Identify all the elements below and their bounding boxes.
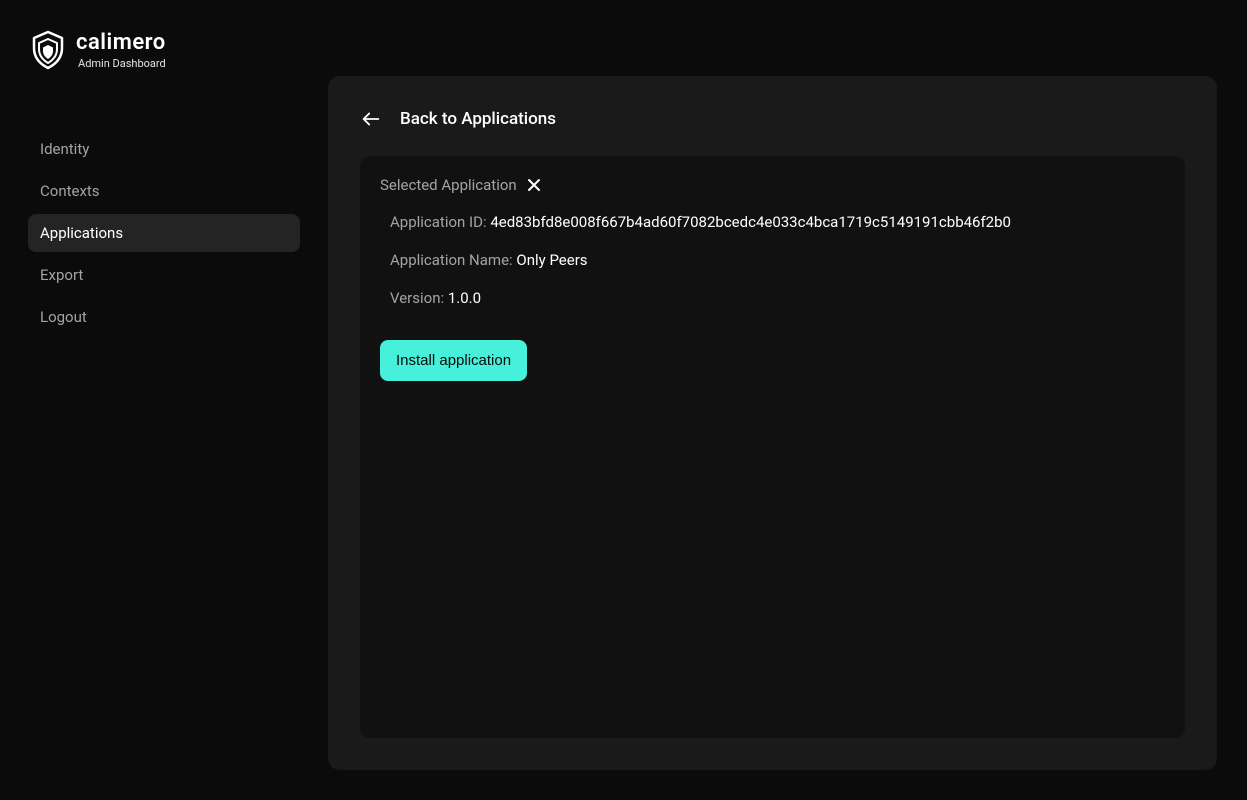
arrow-left-icon <box>360 108 382 130</box>
sidebar: calimero Admin Dashboard Identity Contex… <box>0 0 328 800</box>
field-label: Application Name: <box>390 251 516 269</box>
sidebar-item-identity[interactable]: Identity <box>28 130 300 168</box>
selected-application-card: Selected Application Application ID: 4ed… <box>360 156 1185 738</box>
install-application-button[interactable]: Install application <box>380 340 527 381</box>
field-value: Only Peers <box>516 251 587 269</box>
card-title: Selected Application <box>380 176 517 194</box>
sidebar-item-label: Export <box>40 266 83 284</box>
content-panel: Back to Applications Selected Applicatio… <box>328 76 1217 770</box>
main: Back to Applications Selected Applicatio… <box>328 0 1247 800</box>
sidebar-item-contexts[interactable]: Contexts <box>28 172 300 210</box>
sidebar-item-label: Identity <box>40 140 89 158</box>
sidebar-nav: Identity Contexts Applications Export Lo… <box>0 130 328 336</box>
field-value: 4ed83bfd8e008f667b4ad60f7082bcedc4e033c4… <box>490 213 1011 231</box>
application-id-field: Application ID: 4ed83bfd8e008f667b4ad60f… <box>380 210 1165 234</box>
brand-subtitle: Admin Dashboard <box>76 58 166 69</box>
sidebar-item-label: Logout <box>40 308 87 326</box>
field-label: Application ID: <box>390 213 490 231</box>
field-label: Version: <box>390 289 448 307</box>
install-button-label: Install application <box>396 352 511 369</box>
sidebar-item-label: Contexts <box>40 182 100 200</box>
back-label: Back to Applications <box>400 109 556 129</box>
field-value: 1.0.0 <box>448 289 481 307</box>
application-name-field: Application Name: Only Peers <box>380 248 1165 272</box>
shield-icon <box>30 30 66 70</box>
back-to-applications[interactable]: Back to Applications <box>360 108 556 130</box>
sidebar-item-export[interactable]: Export <box>28 256 300 294</box>
brand-logo: calimero Admin Dashboard <box>0 30 328 70</box>
brand-name: calimero <box>76 32 166 54</box>
application-version-field: Version: 1.0.0 <box>380 286 1165 310</box>
sidebar-item-label: Applications <box>40 224 123 242</box>
sidebar-item-logout[interactable]: Logout <box>28 298 300 336</box>
sidebar-item-applications[interactable]: Applications <box>28 214 300 252</box>
close-icon[interactable] <box>527 178 541 192</box>
